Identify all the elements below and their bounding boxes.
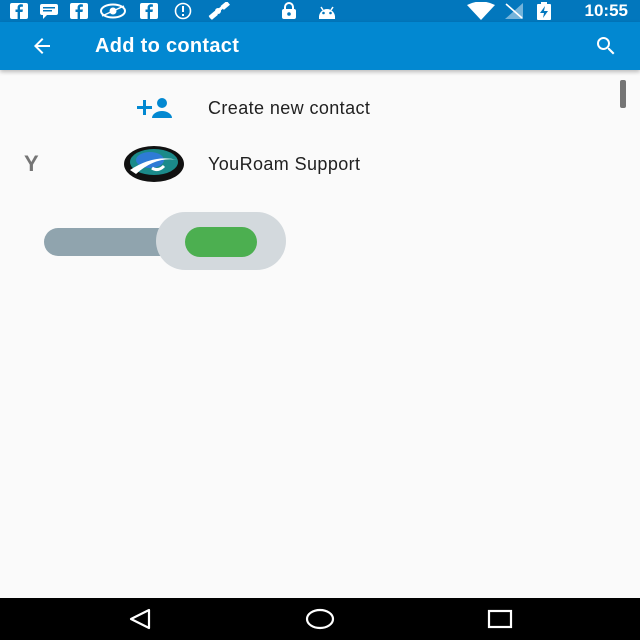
facebook-icon xyxy=(136,2,162,20)
nav-back-button[interactable] xyxy=(110,604,170,634)
message-icon xyxy=(36,2,62,20)
signal-off-icon xyxy=(502,2,526,20)
create-new-contact-label: Create new contact xyxy=(208,98,371,118)
home-circle-icon xyxy=(305,608,335,630)
wifi-icon xyxy=(466,2,496,20)
navigation-bar xyxy=(0,598,640,640)
info-icon xyxy=(170,2,196,20)
battery-charging-icon xyxy=(534,2,554,20)
toggle-thumb[interactable] xyxy=(185,227,257,257)
nav-home-button[interactable] xyxy=(290,604,350,634)
search-button[interactable] xyxy=(590,30,622,62)
search-icon xyxy=(597,37,615,55)
section-letter: Y xyxy=(24,151,39,176)
screen: 10:55 Add to contact Create new contact … xyxy=(0,0,640,640)
facebook-icon xyxy=(8,2,30,20)
back-button[interactable] xyxy=(22,30,62,62)
arrow-back-icon xyxy=(34,38,50,54)
android-icon xyxy=(314,2,340,20)
facebook-icon xyxy=(66,2,92,20)
list-item[interactable]: Y YouRoam Support xyxy=(0,136,640,192)
nav-recents-button[interactable] xyxy=(470,604,530,634)
status-bar: 10:55 xyxy=(0,0,640,22)
toggle-switch[interactable] xyxy=(44,212,288,272)
page-title: Add to contact xyxy=(95,35,240,57)
satellite-icon xyxy=(204,2,234,20)
eye-icon xyxy=(98,2,128,20)
back-triangle-icon xyxy=(129,608,151,630)
contact-name: YouRoam Support xyxy=(208,154,361,174)
person-add-icon xyxy=(122,88,186,128)
youroam-logo xyxy=(122,144,186,184)
scrollbar[interactable] xyxy=(620,80,626,108)
create-new-contact-row[interactable]: Create new contact xyxy=(0,80,640,136)
lock-icon xyxy=(278,2,300,20)
app-bar: Add to contact xyxy=(0,22,640,70)
status-clock: 10:55 xyxy=(584,1,628,20)
recents-square-icon xyxy=(487,609,513,629)
